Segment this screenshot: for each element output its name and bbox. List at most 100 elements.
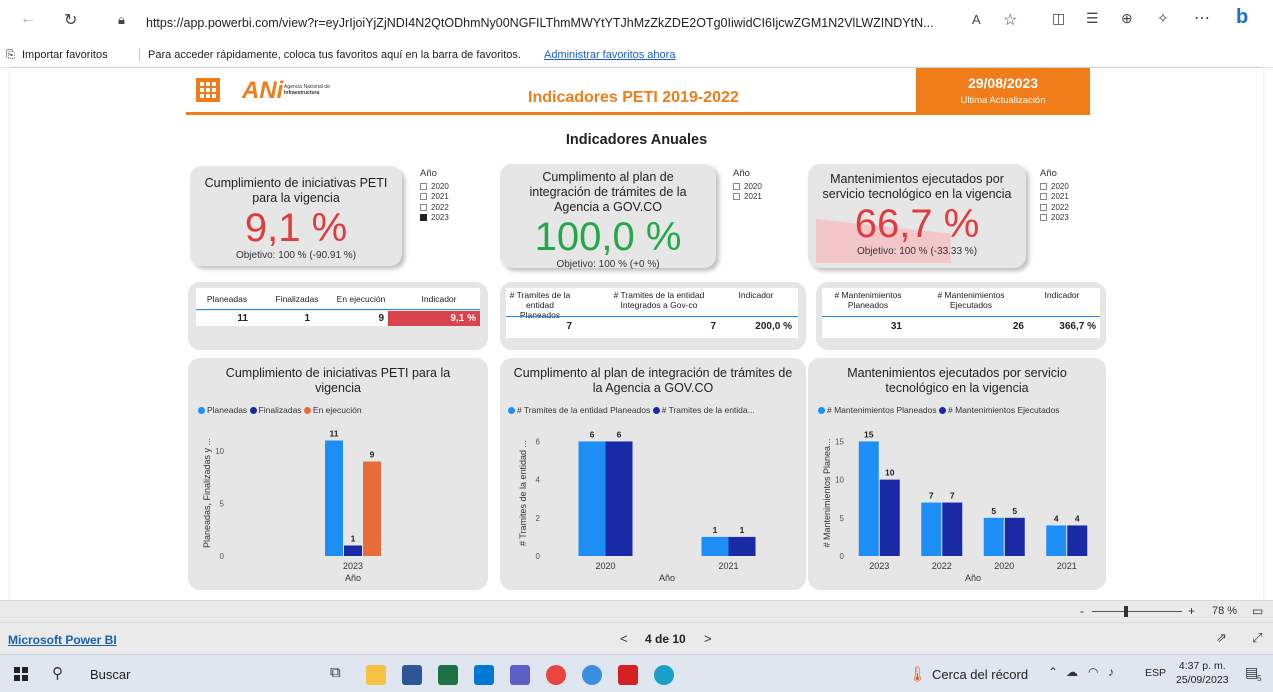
acrobat-icon[interactable] [618,665,638,685]
bar-chart-mantenimientos[interactable]: 051015# Mantenimientos Planea...15102023… [808,420,1106,590]
checkbox[interactable] [733,182,740,190]
word-icon[interactable] [402,665,422,685]
zoom-slider-track[interactable] [1092,611,1182,612]
legend-item-ejecutados[interactable]: # Mantenimientos Ejecutados [939,405,1060,415]
read-aloud-icon[interactable]: A [972,12,981,27]
data-label: 10 [885,468,895,478]
table-govco[interactable]: # Tramites de la entidad Planeados # Tra… [506,288,798,338]
tray-expand-icon[interactable]: ⌃ [1048,665,1058,679]
table-card-govco: # Tramites de la entidad Planeados # Tra… [500,282,806,350]
slicer-item-2020[interactable]: 2020 [733,181,762,192]
file-explorer-icon[interactable] [366,665,386,685]
language-indicator[interactable]: ESP [1145,667,1166,679]
volume-icon[interactable]: ♪ [1108,665,1114,679]
bar-chart-govco[interactable]: 0 2 4 6 # Tramites de la entidad ... 6 6 2020 1 1… [500,420,806,590]
checkbox[interactable] [1040,203,1047,211]
bar [1004,517,1025,556]
year-slicer-2: Año 2020 2021 [733,168,762,202]
split-screen-icon[interactable]: ◫ [1052,10,1065,27]
refresh-icon[interactable]: ↻ [64,10,77,30]
slicer-item-2023[interactable]: 2023 [420,213,449,224]
zoom-out-icon[interactable]: - [1080,604,1084,618]
windows-start-icon[interactable] [14,667,28,681]
powerbi-link[interactable]: Microsoft Power BI [8,633,117,647]
checkbox[interactable] [1040,182,1047,190]
back-icon[interactable]: ← [20,10,36,28]
data-label: 6 [590,429,595,439]
legend-item-planeados[interactable]: # Mantenimientos Planeados [818,405,937,415]
kpi-card-govco[interactable]: Cumplimento al plan de integración de tr… [500,164,716,270]
legend-item-en-ejecucion[interactable]: En ejecución [303,405,362,415]
task-view-icon[interactable]: ⧉ [330,664,341,681]
fullscreen-icon[interactable]: ⤢ [1252,630,1262,646]
checkbox[interactable] [420,182,427,190]
chart-card-mantenimientos[interactable]: Mantenimientos ejecutados por servicio t… [808,358,1106,590]
ani-logo: ANi [242,77,284,104]
slicer-item-2021[interactable]: 2021 [733,192,762,203]
legend-item-integrados[interactable]: # Tramites de la entida... [652,405,755,415]
y-axis-label: Planeadas, Finalizadas y ... [202,438,212,548]
y-axis-label: # Mantenimientos Planea... [822,438,832,547]
clock-date: 25/09/2023 [1176,674,1229,686]
checkbox[interactable] [733,193,740,201]
clock[interactable]: 4:37 p. m. 25/09/2023 [1176,659,1229,687]
checkbox[interactable] [1040,214,1047,222]
checkbox[interactable] [420,193,427,201]
checkbox[interactable] [420,203,427,211]
checkbox[interactable] [420,214,427,222]
address-bar[interactable]: https://app.powerbi.com/view?r=eyJrIjoiY… [146,16,934,30]
manage-favorites-link[interactable]: Administrar favoritos ahora [544,49,675,61]
collections-icon[interactable]: ⊕ [1121,10,1133,27]
table-cell: 9 [378,313,384,324]
checkbox[interactable] [1040,193,1047,201]
kpi-card-peti[interactable]: Cumplimiento de iniciativas PETI para la… [190,166,402,266]
onedrive-icon[interactable]: ☁ [1066,665,1078,679]
slicer-item-2020[interactable]: 2020 [420,181,449,192]
teams-icon[interactable] [510,665,530,685]
extensions-icon[interactable]: ✧ [1157,10,1169,27]
kpi-card-mantenimientos[interactable]: Mantenimientos ejecutados por servicio t… [808,164,1026,268]
chrome-icon[interactable] [546,665,566,685]
favorites-icon[interactable]: ☰ [1086,10,1099,27]
slicer-item-2021[interactable]: 2021 [420,192,449,203]
zoom-slider-thumb[interactable] [1124,606,1128,617]
favorite-star-icon[interactable]: ☆ [1003,10,1017,30]
chart-card-peti[interactable]: Cumplimiento de iniciativas PETI para la… [188,358,488,590]
legend-item-planeadas[interactable]: Planeadas [198,405,247,415]
divider [822,316,1100,317]
zoom-in-icon[interactable]: + [1188,604,1195,618]
network-icon[interactable]: ◠ [1088,665,1098,679]
bing-chat-icon[interactable]: b [1236,6,1248,29]
x-tick-label: 2022 [932,561,952,571]
more-menu-icon[interactable]: ⋯ [1194,8,1210,28]
table-mantenimientos[interactable]: # Mantenimientos Planeados # Mantenimien… [822,288,1100,338]
next-page-button[interactable]: > [704,631,712,646]
fit-page-icon[interactable]: ▭ [1252,604,1263,618]
slicer-item-2021[interactable]: 2021 [1040,192,1069,203]
excel-icon[interactable] [438,665,458,685]
chart-title: Cumplimento al plan de integración de tr… [513,366,793,395]
table-peti[interactable]: Planeadas Finalizadas En ejecución Indic… [196,288,480,326]
legend-item-planeados[interactable]: # Tramites de la entidad Planeados [508,405,650,415]
slicer-item-2023[interactable]: 2023 [1040,213,1069,224]
lock-icon[interactable]: 🔒︎ [118,12,125,28]
outlook-icon[interactable] [474,665,494,685]
taskbar-search[interactable]: Buscar [90,667,130,682]
slicer-item-2022[interactable]: 2022 [1040,202,1069,213]
weather-text[interactable]: Cerca del récord [932,667,1028,682]
chrome-canary-icon[interactable] [582,665,602,685]
year-slicer-3: Año 2020 2021 2022 2023 [1040,168,1069,223]
table-card-mantenimientos: # Mantenimientos Planeados # Mantenimien… [816,282,1106,350]
slicer-item-2022[interactable]: 2022 [420,202,449,213]
table-cell: 31 [890,321,902,332]
prev-page-button[interactable]: < [620,631,628,646]
share-icon[interactable]: ⇗ [1216,630,1227,646]
edge-icon[interactable] [654,665,674,685]
slicer-item-2020[interactable]: 2020 [1040,181,1069,192]
legend-item-finalizadas[interactable]: Finalizadas [249,405,302,415]
import-favorites-button[interactable]: Importar favoritos [22,49,108,61]
chart-card-govco[interactable]: Cumplimento al plan de integración de tr… [500,358,806,590]
y-tick-label: 5 [220,500,225,509]
bar [325,440,343,556]
bar-chart-peti[interactable]: 0510Planeadas, Finalizadas y ...11192023… [188,420,488,590]
